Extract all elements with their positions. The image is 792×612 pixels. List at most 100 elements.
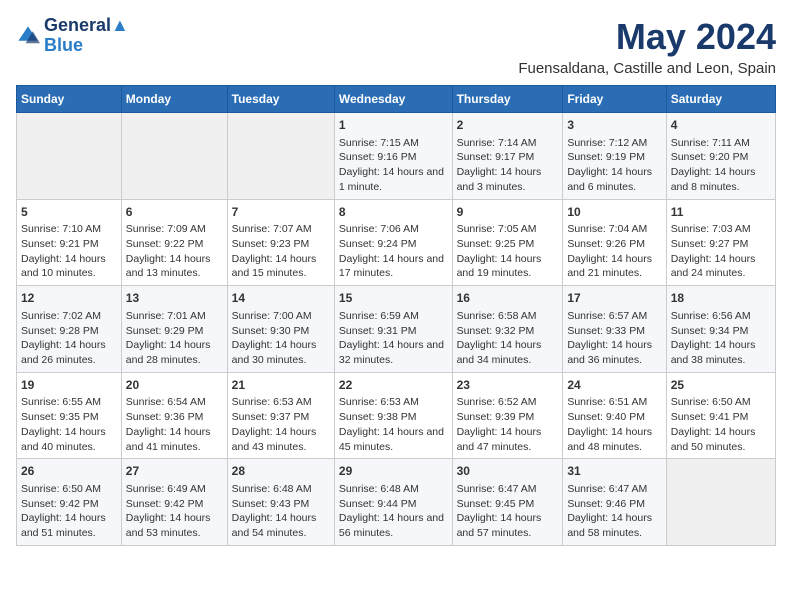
- day-number: 19: [21, 377, 117, 394]
- sunrise-text: Sunrise: 6:55 AM: [21, 395, 117, 410]
- day-number: 17: [567, 290, 661, 307]
- daylight-text: Daylight: 14 hours and 41 minutes.: [126, 425, 223, 454]
- sunset-text: Sunset: 9:33 PM: [567, 324, 661, 339]
- sunset-text: Sunset: 9:24 PM: [339, 237, 448, 252]
- sunset-text: Sunset: 9:26 PM: [567, 237, 661, 252]
- sunset-text: Sunset: 9:34 PM: [671, 324, 771, 339]
- daylight-text: Daylight: 14 hours and 36 minutes.: [567, 338, 661, 367]
- calendar-cell: 31Sunrise: 6:47 AMSunset: 9:46 PMDayligh…: [563, 459, 666, 546]
- daylight-text: Daylight: 14 hours and 38 minutes.: [671, 338, 771, 367]
- sunset-text: Sunset: 9:16 PM: [339, 150, 448, 165]
- day-number: 21: [232, 377, 330, 394]
- sunset-text: Sunset: 9:39 PM: [457, 410, 559, 425]
- calendar-cell: 27 Sunrise: 6:49 AMSunset: 9:42 PMDayligh…: [121, 459, 227, 546]
- daylight-text: Daylight: 14 hours and 58 minutes.: [567, 511, 661, 540]
- sunset-text: Sunset: 9:38 PM: [339, 410, 448, 425]
- sunrise-text: Sunrise: 6:51 AM: [567, 395, 661, 410]
- sunset-text: Sunset: 9:42 PM: [126, 497, 223, 512]
- sunrise-text: Sunrise: 7:05 AM: [457, 222, 559, 237]
- sunset-text: Sunset: 9:43 PM: [232, 497, 330, 512]
- day-number: 28: [232, 463, 330, 480]
- sunrise-text: Sunrise: 7:15 AM: [339, 136, 448, 151]
- calendar-cell: 24Sunrise: 6:51 AMSunset: 9:40 PMDayligh…: [563, 372, 666, 459]
- day-number: 27: [126, 463, 223, 480]
- daylight-text: Daylight: 14 hours and 19 minutes.: [457, 252, 559, 281]
- sunset-text: Sunset: 9:31 PM: [339, 324, 448, 339]
- day-number: 16: [457, 290, 559, 307]
- calendar-table: SundayMondayTuesdayWednesdayThursdayFrid…: [16, 85, 776, 546]
- day-number: 12: [21, 290, 117, 307]
- sunset-text: Sunset: 9:46 PM: [567, 497, 661, 512]
- daylight-text: Daylight: 14 hours and 48 minutes.: [567, 425, 661, 454]
- sunrise-text: Sunrise: 6:50 AM: [671, 395, 771, 410]
- sunset-text: Sunset: 9:42 PM: [21, 497, 117, 512]
- calendar-cell: 14Sunrise: 7:00 AMSunset: 9:30 PMDayligh…: [227, 286, 334, 373]
- calendar-cell: 21Sunrise: 6:53 AMSunset: 9:37 PMDayligh…: [227, 372, 334, 459]
- sunrise-text: Sunrise: 6:49 AM: [126, 482, 223, 497]
- sunrise-text: Sunrise: 7:07 AM: [232, 222, 330, 237]
- calendar-cell: 29Sunrise: 6:48 AMSunset: 9:44 PMDayligh…: [334, 459, 452, 546]
- weekday-header: Wednesday: [334, 86, 452, 113]
- sunrise-text: Sunrise: 6:58 AM: [457, 309, 559, 324]
- daylight-text: Daylight: 14 hours and 8 minutes.: [671, 165, 771, 194]
- daylight-text: Daylight: 14 hours and 10 minutes.: [21, 252, 117, 281]
- day-number: 11: [671, 204, 771, 221]
- sunrise-text: Sunrise: 6:48 AM: [339, 482, 448, 497]
- calendar-cell: 10Sunrise: 7:04 AMSunset: 9:26 PMDayligh…: [563, 199, 666, 286]
- sunset-text: Sunset: 9:21 PM: [21, 237, 117, 252]
- daylight-text: Daylight: 14 hours and 24 minutes.: [671, 252, 771, 281]
- calendar-cell: 3Sunrise: 7:12 AMSunset: 9:19 PMDaylight…: [563, 113, 666, 200]
- calendar-cell: 18Sunrise: 6:56 AMSunset: 9:34 PMDayligh…: [666, 286, 775, 373]
- sunrise-text: Sunrise: 6:47 AM: [457, 482, 559, 497]
- calendar-cell: 23Sunrise: 6:52 AMSunset: 9:39 PMDayligh…: [452, 372, 563, 459]
- calendar-cell: 7Sunrise: 7:07 AMSunset: 9:23 PMDaylight…: [227, 199, 334, 286]
- day-number: 23: [457, 377, 559, 394]
- calendar-cell: [121, 113, 227, 200]
- sunrise-text: Sunrise: 7:04 AM: [567, 222, 661, 237]
- day-number: 26: [21, 463, 117, 480]
- weekday-header: Tuesday: [227, 86, 334, 113]
- calendar-cell: 1Sunrise: 7:15 AMSunset: 9:16 PMDaylight…: [334, 113, 452, 200]
- sunrise-text: Sunrise: 6:59 AM: [339, 309, 448, 324]
- sunset-text: Sunset: 9:37 PM: [232, 410, 330, 425]
- sunset-text: Sunset: 9:40 PM: [567, 410, 661, 425]
- sunrise-text: Sunrise: 7:00 AM: [232, 309, 330, 324]
- calendar-cell: 15Sunrise: 6:59 AMSunset: 9:31 PMDayligh…: [334, 286, 452, 373]
- sunrise-text: Sunrise: 6:50 AM: [21, 482, 117, 497]
- daylight-text: Daylight: 14 hours and 50 minutes.: [671, 425, 771, 454]
- day-number: 3: [567, 117, 661, 134]
- calendar-cell: 20Sunrise: 6:54 AMSunset: 9:36 PMDayligh…: [121, 372, 227, 459]
- daylight-text: Daylight: 14 hours and 17 minutes.: [339, 252, 448, 281]
- sunrise-text: Sunrise: 7:01 AM: [126, 309, 223, 324]
- day-number: 14: [232, 290, 330, 307]
- calendar-cell: 5Sunrise: 7:10 AMSunset: 9:21 PMDaylight…: [17, 199, 122, 286]
- weekday-header: Monday: [121, 86, 227, 113]
- daylight-text: Daylight: 14 hours and 21 minutes.: [567, 252, 661, 281]
- calendar-cell: 6Sunrise: 7:09 AMSunset: 9:22 PMDaylight…: [121, 199, 227, 286]
- sunset-text: Sunset: 9:32 PM: [457, 324, 559, 339]
- sunrise-text: Sunrise: 6:57 AM: [567, 309, 661, 324]
- sunrise-text: Sunrise: 7:11 AM: [671, 136, 771, 151]
- calendar-cell: 4Sunrise: 7:11 AMSunset: 9:20 PMDaylight…: [666, 113, 775, 200]
- sunrise-text: Sunrise: 7:10 AM: [21, 222, 117, 237]
- calendar-week-row: 5Sunrise: 7:10 AMSunset: 9:21 PMDaylight…: [17, 199, 776, 286]
- sunrise-text: Sunrise: 7:12 AM: [567, 136, 661, 151]
- sunset-text: Sunset: 9:17 PM: [457, 150, 559, 165]
- calendar-cell: 19Sunrise: 6:55 AMSunset: 9:35 PMDayligh…: [17, 372, 122, 459]
- daylight-text: Daylight: 14 hours and 43 minutes.: [232, 425, 330, 454]
- calendar-week-row: 19Sunrise: 6:55 AMSunset: 9:35 PMDayligh…: [17, 372, 776, 459]
- day-number: 1: [339, 117, 448, 134]
- day-number: 24: [567, 377, 661, 394]
- day-number: 29: [339, 463, 448, 480]
- daylight-text: Daylight: 14 hours and 45 minutes.: [339, 425, 448, 454]
- calendar-week-row: 12Sunrise: 7:02 AMSunset: 9:28 PMDayligh…: [17, 286, 776, 373]
- daylight-text: Daylight: 14 hours and 32 minutes.: [339, 338, 448, 367]
- daylight-text: Daylight: 14 hours and 28 minutes.: [126, 338, 223, 367]
- day-number: 25: [671, 377, 771, 394]
- day-number: 4: [671, 117, 771, 134]
- calendar-cell: [17, 113, 122, 200]
- calendar-cell: 8Sunrise: 7:06 AMSunset: 9:24 PMDaylight…: [334, 199, 452, 286]
- weekday-header-row: SundayMondayTuesdayWednesdayThursdayFrid…: [17, 86, 776, 113]
- daylight-text: Daylight: 14 hours and 53 minutes.: [126, 511, 223, 540]
- weekday-header: Friday: [563, 86, 666, 113]
